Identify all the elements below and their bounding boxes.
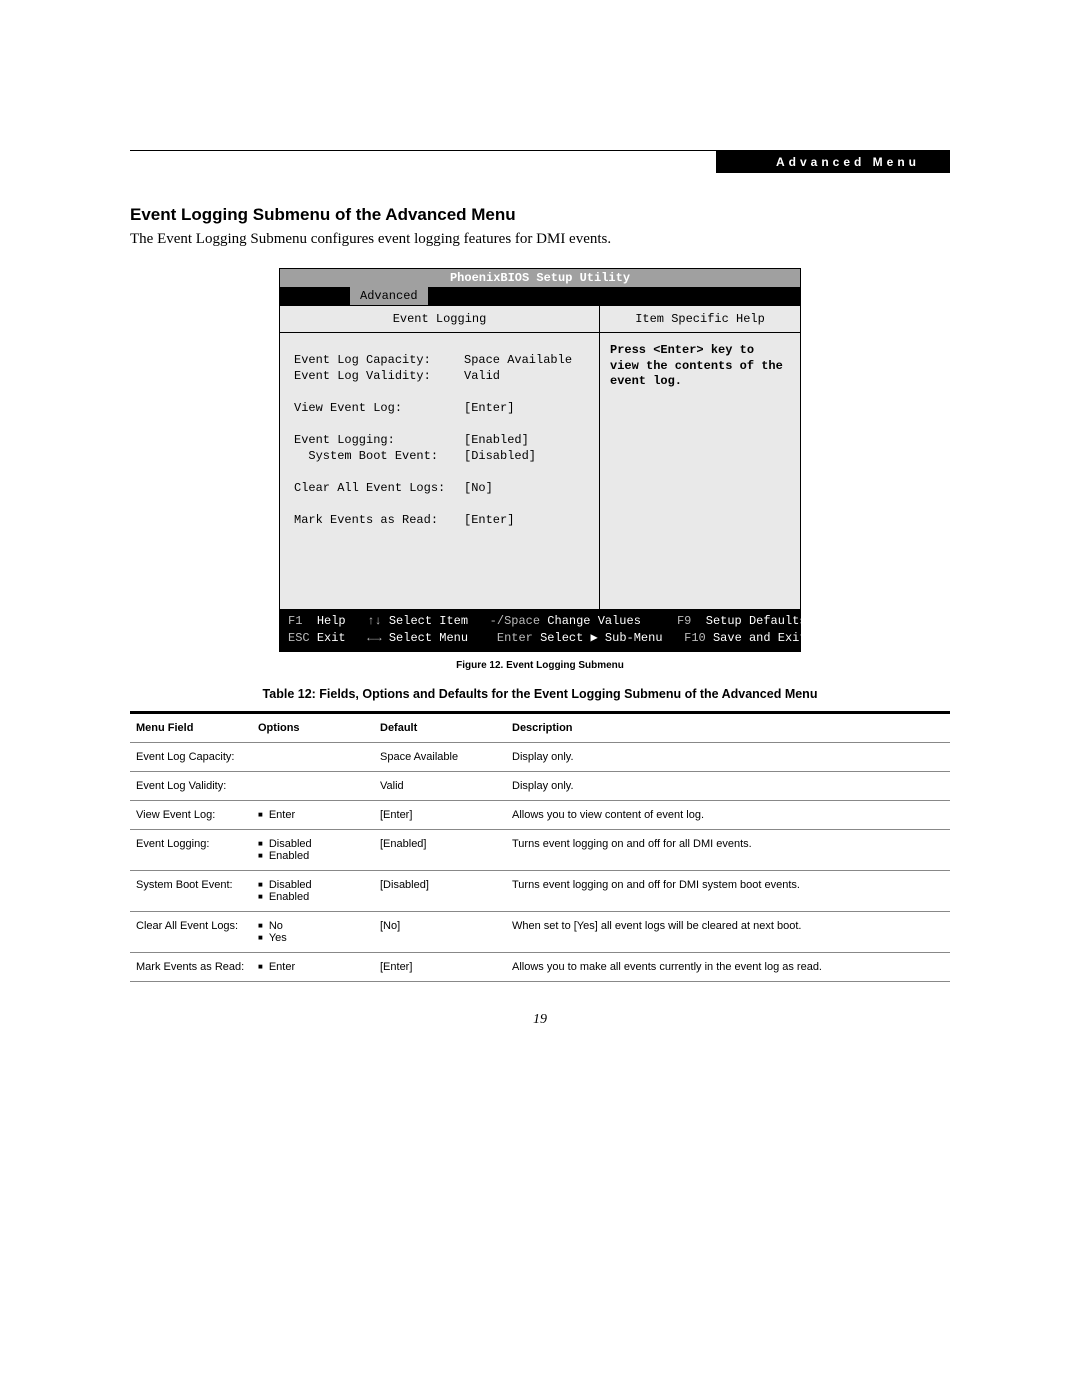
bios-footer: F1 Help ↑↓ Select Item -/Space Change Va… [280,609,800,651]
bios-setting-value: [Enter] [464,513,514,527]
table-row: Mark Events as Read:Enter[Enter]Allows y… [130,952,950,981]
cell-menu-field: Event Logging: [130,829,252,870]
section-intro: The Event Logging Submenu configures eve… [130,231,950,248]
cell-description: Turns event logging on and off for all D… [506,829,950,870]
bios-setting-value: Space Available [464,353,572,367]
cell-options: DisabledEnabled [252,829,374,870]
bios-setting-label: Clear All Event Logs: [294,481,464,495]
bios-setting-row: Mark Events as Read:[Enter] [294,513,585,527]
bios-setting-row: Event Log Capacity:Space Available [294,353,585,367]
cell-options [252,771,374,800]
cell-menu-field: Event Log Capacity: [130,742,252,771]
bios-setting-value: Valid [464,369,500,383]
th-default: Default [374,713,506,743]
options-table: Menu Field Options Default Description E… [130,712,950,982]
bios-setting-label: System Boot Event: [294,449,464,463]
cell-options: DisabledEnabled [252,870,374,911]
section-title: Event Logging Submenu of the Advanced Me… [130,205,950,225]
cell-default: [Enabled] [374,829,506,870]
cell-menu-field: Event Log Validity: [130,771,252,800]
bios-setting-value: [Disabled] [464,449,536,463]
cell-options [252,742,374,771]
cell-options: Enter [252,952,374,981]
table-row: Clear All Event Logs:NoYes[No]When set t… [130,911,950,952]
bios-tab-advanced: Advanced [350,287,428,305]
cell-description: When set to [Yes] all event logs will be… [506,911,950,952]
cell-default: [Enter] [374,800,506,829]
cell-menu-field: Clear All Event Logs: [130,911,252,952]
th-description: Description [506,713,950,743]
bios-setting-label: Event Log Validity: [294,369,464,383]
cell-menu-field: System Boot Event: [130,870,252,911]
bios-setting-value: [Enabled] [464,433,529,447]
cell-options: Enter [252,800,374,829]
bios-setting-row: Clear All Event Logs:[No] [294,481,585,495]
header-banner: Advanced Menu [716,151,950,173]
bios-setting-label: View Event Log: [294,401,464,415]
cell-description: Allows you to view content of event log. [506,800,950,829]
table-row: Event Log Capacity: Space AvailableDispla… [130,742,950,771]
bios-setting-label: Event Log Capacity: [294,353,464,367]
cell-options: NoYes [252,911,374,952]
bios-help-title: Item Specific Help [600,306,800,333]
bios-setting-row: Event Logging:[Enabled] [294,433,585,447]
table-caption: Table 12: Fields, Options and Defaults f… [130,687,950,701]
cell-description: Display only. [506,742,950,771]
bios-settings-list: Event Log Capacity:Space AvailableEvent … [280,333,599,609]
page-number: 19 [130,1012,950,1028]
figure-caption: Figure 12. Event Logging Submenu [130,660,950,671]
cell-default: Space Available [374,742,506,771]
bios-setting-value: [No] [464,481,493,495]
cell-description: Allows you to make all events currently … [506,952,950,981]
th-menu-field: Menu Field [130,713,252,743]
bios-setting-label: Event Logging: [294,433,464,447]
table-row: System Boot Event:DisabledEnabled[Disabl… [130,870,950,911]
bios-setting-value: [Enter] [464,401,514,415]
bios-screenshot: PhoenixBIOS Setup Utility Advanced Event… [279,268,801,652]
table-row: Event Log Validity: ValidDisplay only. [130,771,950,800]
bios-setting-row: View Event Log:[Enter] [294,401,585,415]
bios-setting-row: Event Log Validity:Valid [294,369,585,383]
bios-setting-label: Mark Events as Read: [294,513,464,527]
cell-menu-field: Mark Events as Read: [130,952,252,981]
table-row: Event Logging:DisabledEnabled[Enabled]Tu… [130,829,950,870]
cell-default: [Disabled] [374,870,506,911]
cell-menu-field: View Event Log: [130,800,252,829]
bios-submenu-title: Event Logging [280,306,599,333]
cell-description: Turns event logging on and off for DMI s… [506,870,950,911]
cell-default: Valid [374,771,506,800]
cell-default: [Enter] [374,952,506,981]
table-row: View Event Log:Enter[Enter]Allows you to… [130,800,950,829]
bios-title: PhoenixBIOS Setup Utility [280,269,800,287]
th-options: Options [252,713,374,743]
bios-setting-row: System Boot Event:[Disabled] [294,449,585,463]
cell-default: [No] [374,911,506,952]
bios-help-text: Press <Enter> key to view the contents o… [610,343,790,390]
cell-description: Display only. [506,771,950,800]
